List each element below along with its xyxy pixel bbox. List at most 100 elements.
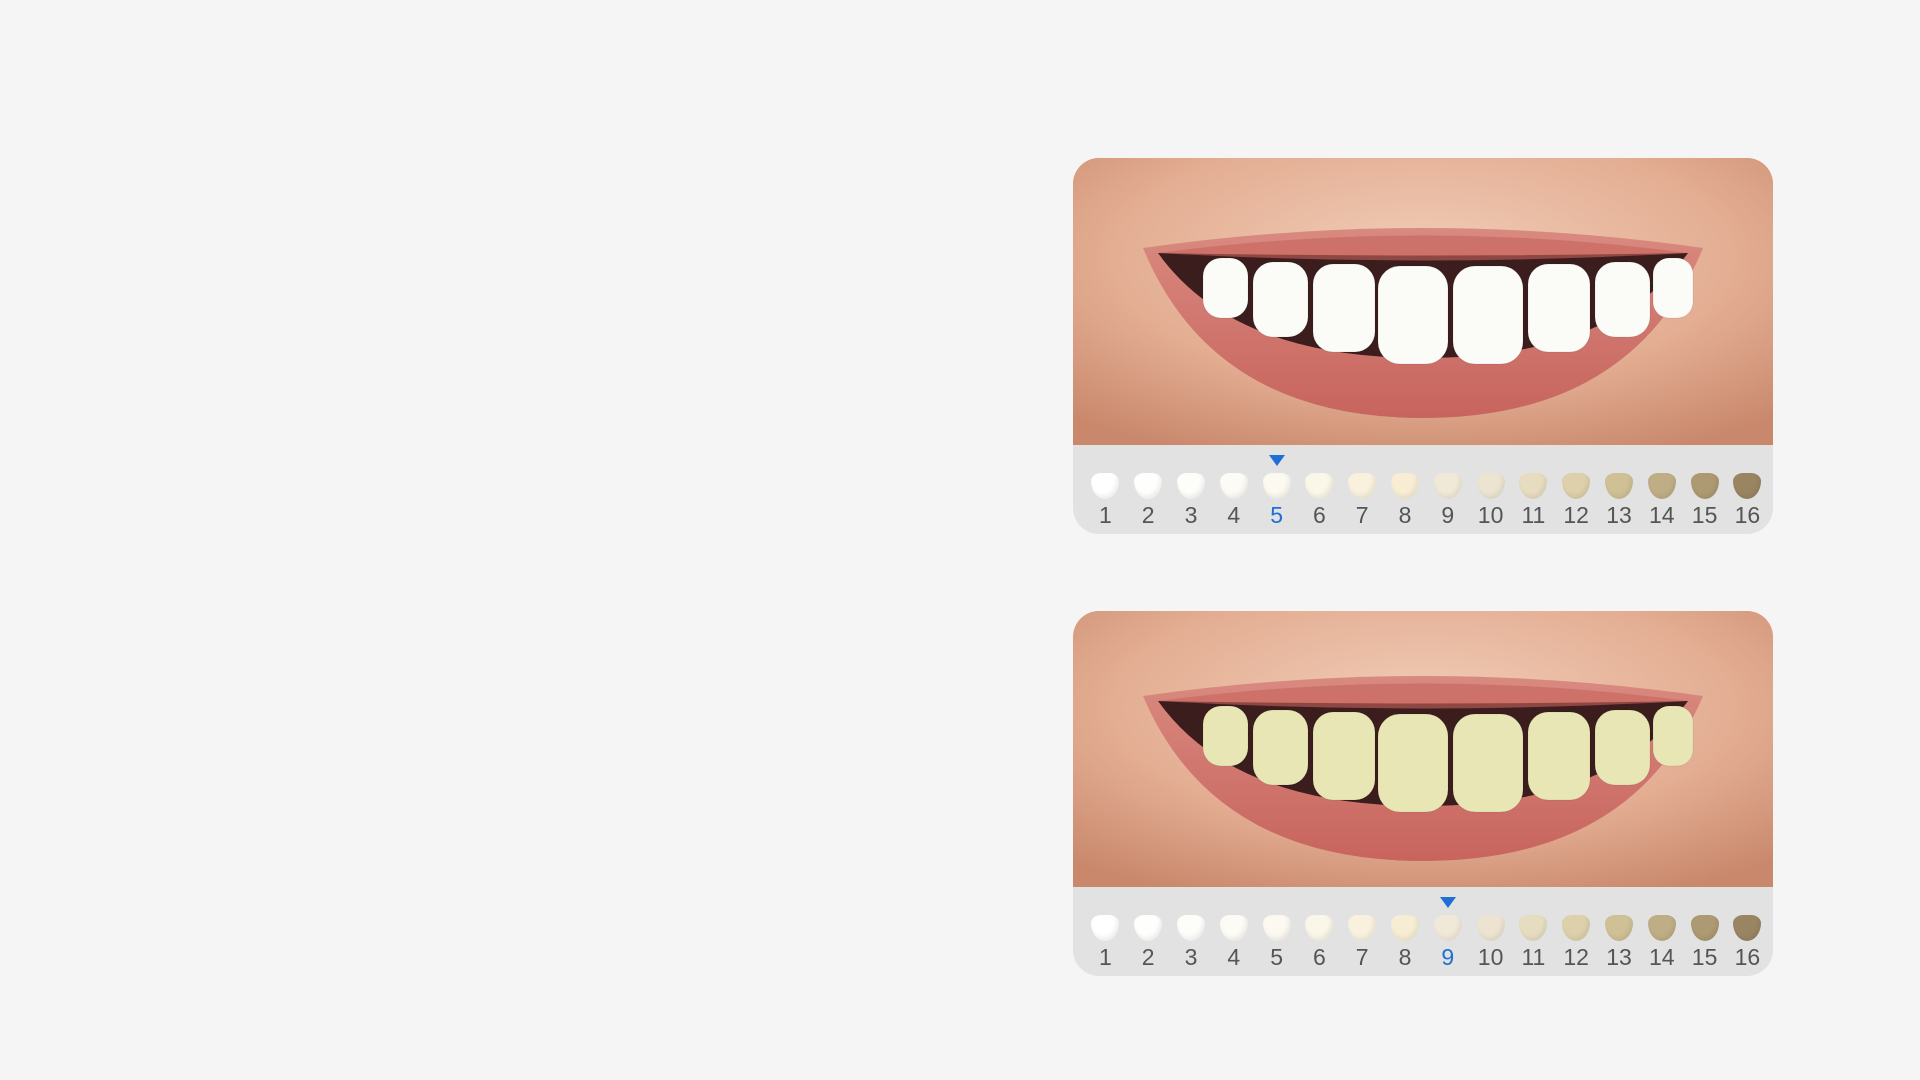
tooth-swatch-icon: [1562, 915, 1591, 941]
shade-number: 3: [1184, 502, 1198, 528]
selected-marker-icon: [1439, 897, 1456, 908]
shade-number: 3: [1184, 944, 1198, 970]
tooth-swatch-icon: [1690, 473, 1719, 499]
shade-option-1[interactable]: 1: [1084, 445, 1127, 534]
shade-number: 13: [1606, 502, 1632, 528]
tooth-swatch-icon: [1176, 473, 1205, 499]
shade-number: 1: [1099, 502, 1112, 528]
shade-option-12[interactable]: 12: [1555, 887, 1598, 976]
shade-option-4[interactable]: 4: [1212, 887, 1255, 976]
shade-number: 5: [1270, 944, 1283, 970]
shade-number: 15: [1691, 944, 1718, 970]
tooth-swatch-icon: [1390, 915, 1419, 941]
tooth-swatch-icon: [1348, 473, 1377, 499]
shade-option-3[interactable]: 3: [1170, 445, 1213, 534]
shade-number: 10: [1477, 502, 1504, 528]
shade-number: 9: [1441, 502, 1455, 528]
shade-number: 11: [1521, 944, 1546, 970]
tooth-swatch-icon: [1305, 473, 1334, 499]
shade-number: 1: [1099, 944, 1112, 970]
shade-guide-bottom: 1 2 3 4 5 6 7 8 9 10 11 12 13 14 15 16: [1073, 887, 1773, 976]
shade-number: 4: [1227, 944, 1241, 970]
shade-number: 10: [1477, 944, 1504, 970]
shade-option-7[interactable]: 7: [1341, 887, 1384, 976]
shade-option-11[interactable]: 11: [1512, 445, 1555, 534]
shade-option-9[interactable]: 9: [1426, 887, 1469, 976]
shade-option-8[interactable]: 8: [1384, 445, 1427, 534]
tooth-swatch-icon: [1433, 473, 1462, 499]
shade-number: 12: [1563, 502, 1589, 528]
shade-option-10[interactable]: 10: [1469, 887, 1512, 976]
shade-number: 6: [1313, 502, 1326, 528]
shade-option-12[interactable]: 12: [1555, 445, 1598, 534]
tooth-swatch-icon: [1647, 915, 1676, 941]
shade-number: 14: [1648, 502, 1675, 528]
shade-number: 16: [1734, 502, 1761, 528]
tooth-swatch-icon: [1604, 473, 1633, 499]
tooth-swatch-icon: [1562, 473, 1591, 499]
comparison-card-bottom: 1 2 3 4 5 6 7 8 9 10 11 12 13 14 15 16: [1073, 611, 1773, 976]
shade-option-9[interactable]: 9: [1426, 445, 1469, 534]
tooth-swatch-icon: [1690, 915, 1719, 941]
tooth-swatch-icon: [1433, 915, 1462, 941]
tooth-swatch-icon: [1305, 915, 1334, 941]
shade-option-2[interactable]: 2: [1127, 887, 1170, 976]
shade-number: 6: [1313, 944, 1326, 970]
shade-option-6[interactable]: 6: [1298, 445, 1341, 534]
tooth-swatch-icon: [1519, 915, 1548, 941]
tooth-swatch-icon: [1519, 473, 1548, 499]
shade-number: 5: [1270, 502, 1283, 528]
tooth-swatch-icon: [1091, 473, 1120, 499]
shade-option-8[interactable]: 8: [1384, 887, 1427, 976]
shade-option-2[interactable]: 2: [1127, 445, 1170, 534]
shade-option-10[interactable]: 10: [1469, 445, 1512, 534]
shade-number: 11: [1521, 502, 1546, 528]
shade-number: 7: [1355, 944, 1369, 970]
shade-option-3[interactable]: 3: [1170, 887, 1213, 976]
tooth-swatch-icon: [1476, 915, 1505, 941]
shade-number: 2: [1141, 502, 1155, 528]
shade-option-13[interactable]: 13: [1598, 445, 1641, 534]
tooth-swatch-icon: [1134, 473, 1163, 499]
shade-option-15[interactable]: 15: [1683, 445, 1726, 534]
shade-number: 4: [1227, 502, 1241, 528]
smile-illustration: [1073, 611, 1773, 887]
shade-option-5[interactable]: 5: [1255, 887, 1298, 976]
shade-number: 14: [1648, 944, 1675, 970]
shade-option-16[interactable]: 16: [1726, 445, 1769, 534]
shade-option-5[interactable]: 5: [1255, 445, 1298, 534]
shade-number: 2: [1141, 944, 1155, 970]
tooth-swatch-icon: [1390, 473, 1419, 499]
shade-number: 12: [1563, 944, 1589, 970]
shade-option-16[interactable]: 16: [1726, 887, 1769, 976]
shade-number: 7: [1355, 502, 1369, 528]
shade-number: 8: [1398, 502, 1412, 528]
tooth-swatch-icon: [1647, 473, 1676, 499]
tooth-swatch-icon: [1733, 473, 1762, 499]
selected-marker-icon: [1268, 455, 1285, 466]
shade-option-15[interactable]: 15: [1683, 887, 1726, 976]
shade-option-13[interactable]: 13: [1598, 887, 1641, 976]
tooth-swatch-icon: [1134, 915, 1163, 941]
tooth-swatch-icon: [1733, 915, 1762, 941]
tooth-swatch-icon: [1604, 915, 1633, 941]
tooth-swatch-icon: [1176, 915, 1205, 941]
shade-option-11[interactable]: 11: [1512, 887, 1555, 976]
shade-number: 16: [1734, 944, 1761, 970]
comparison-card-top: 1 2 3 4 5 6 7 8 9 10 11 12 13 14 15 16: [1073, 158, 1773, 534]
smile-illustration: [1073, 158, 1773, 445]
shade-option-7[interactable]: 7: [1341, 445, 1384, 534]
shade-guide-top: 1 2 3 4 5 6 7 8 9 10 11 12 13 14 15 16: [1073, 445, 1773, 534]
tooth-swatch-icon: [1262, 915, 1291, 941]
tooth-swatch-icon: [1348, 915, 1377, 941]
tooth-swatch-icon: [1219, 473, 1248, 499]
shade-option-1[interactable]: 1: [1084, 887, 1127, 976]
smile-photo-bottom: [1073, 611, 1773, 887]
shade-number: 13: [1606, 944, 1632, 970]
tooth-swatch-icon: [1091, 915, 1120, 941]
tooth-swatch-icon: [1476, 473, 1505, 499]
shade-option-14[interactable]: 14: [1640, 445, 1683, 534]
shade-option-6[interactable]: 6: [1298, 887, 1341, 976]
shade-option-14[interactable]: 14: [1640, 887, 1683, 976]
shade-option-4[interactable]: 4: [1212, 445, 1255, 534]
